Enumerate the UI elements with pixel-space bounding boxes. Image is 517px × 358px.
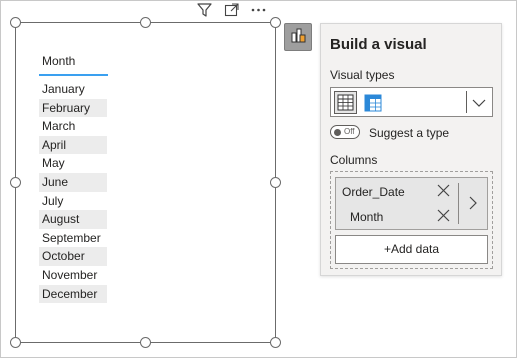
visual-header (197, 3, 266, 17)
toggle-state-label: Off (344, 127, 355, 136)
suggest-type-toggle[interactable]: Off (330, 125, 360, 139)
table-row[interactable]: April (39, 135, 107, 155)
table-row[interactable]: November (39, 266, 107, 285)
columns-well: Order_Date Month +Add data (330, 171, 493, 269)
table-visual[interactable]: Month January February March April May J… (15, 22, 276, 343)
chevron-right-icon[interactable] (468, 196, 478, 215)
table-row[interactable]: February (39, 98, 107, 118)
table-column: Month January February March April May J… (39, 52, 108, 304)
table-rows: January February March April May June Ju… (39, 80, 107, 304)
visual-types-dropdown[interactable] (330, 87, 493, 117)
remove-field-close-icon[interactable] (437, 184, 450, 202)
field-month[interactable]: Month (350, 210, 383, 224)
build-visual-button[interactable] (284, 23, 312, 51)
resize-handle-right[interactable] (270, 177, 281, 188)
resize-handle-left[interactable] (10, 177, 21, 188)
filter-icon[interactable] (197, 3, 212, 17)
dropdown-divider (466, 91, 467, 113)
chevron-down-icon[interactable] (472, 96, 486, 114)
resize-handle-top[interactable] (140, 17, 151, 28)
column-header-month[interactable]: Month (39, 52, 108, 76)
table-row[interactable]: December (39, 284, 107, 304)
matrix-icon[interactable] (362, 92, 383, 113)
fields-divider (458, 183, 459, 224)
table-row[interactable]: October (39, 247, 107, 266)
remove-field-close-icon[interactable] (437, 209, 450, 227)
more-options-icon[interactable] (251, 3, 266, 17)
resize-handle-top-left[interactable] (10, 17, 21, 28)
table-row[interactable]: January (39, 80, 107, 99)
focus-mode-icon[interactable] (224, 3, 239, 17)
table-row[interactable]: June (39, 172, 107, 192)
table-row[interactable]: March (39, 117, 107, 136)
table-row[interactable]: August (39, 210, 107, 229)
resize-handle-bottom-left[interactable] (10, 337, 21, 348)
resize-handle-bottom[interactable] (140, 337, 151, 348)
toggle-knob (334, 129, 341, 136)
table-row[interactable]: September (39, 229, 107, 248)
table-row[interactable]: May (39, 154, 107, 173)
field-order-date[interactable]: Order_Date (342, 185, 405, 199)
columns-label: Columns (330, 153, 378, 167)
build-visual-icon (289, 26, 307, 49)
table-row[interactable]: July (39, 192, 107, 211)
suggest-type-label: Suggest a type (369, 126, 450, 140)
build-visual-panel: Build a visual Visual types Off Suggest … (320, 23, 502, 276)
table-icon[interactable] (334, 91, 357, 114)
add-data-button[interactable]: +Add data (335, 235, 488, 264)
resize-handle-top-right[interactable] (270, 17, 281, 28)
visual-types-label: Visual types (330, 68, 395, 82)
resize-handle-bottom-right[interactable] (270, 337, 281, 348)
fields-box: Order_Date Month (335, 177, 488, 230)
panel-title: Build a visual (330, 36, 427, 53)
